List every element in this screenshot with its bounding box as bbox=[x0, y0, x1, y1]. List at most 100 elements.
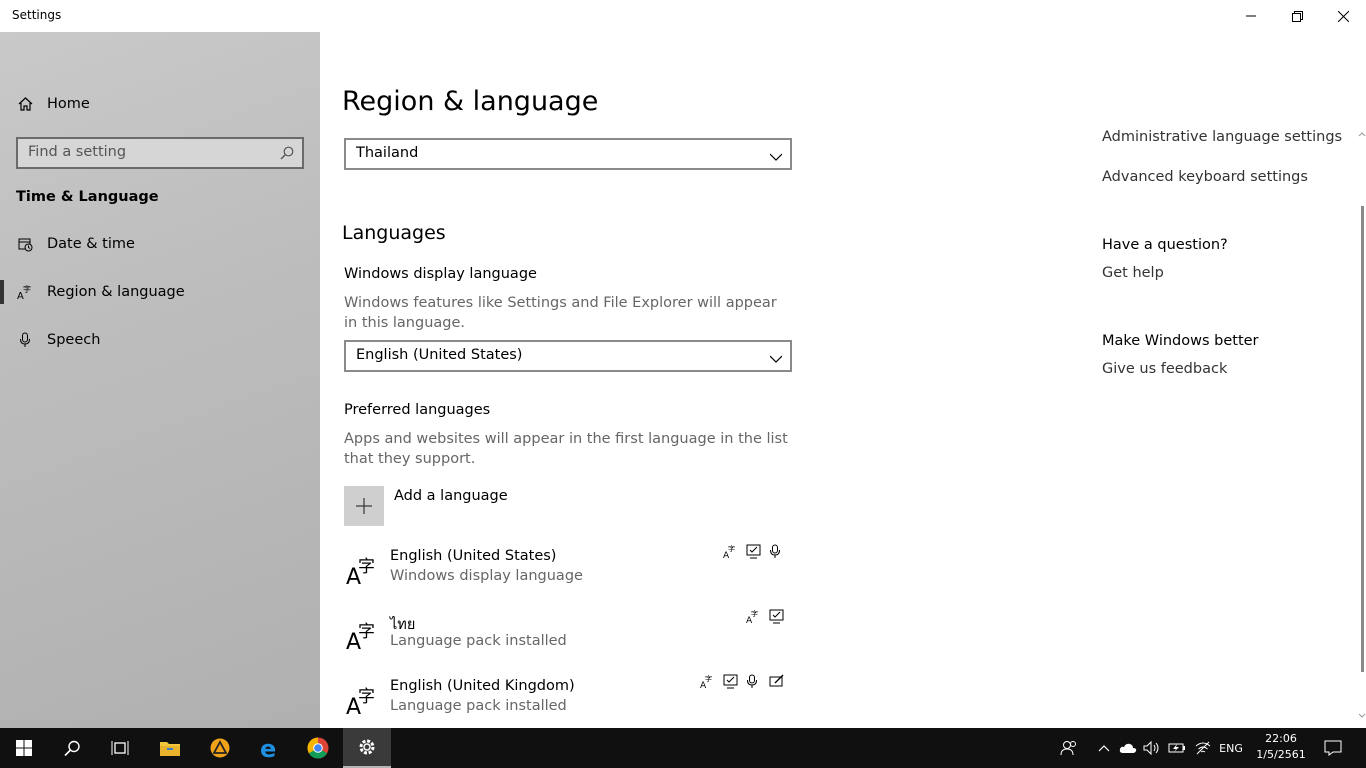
window-title: Settings bbox=[12, 8, 62, 22]
people-button[interactable] bbox=[1058, 728, 1080, 768]
language-icon: A字 bbox=[346, 622, 375, 651]
clock-date: 1/5/2561 bbox=[1256, 748, 1306, 761]
text-to-speech-icon bbox=[769, 609, 784, 624]
country-region-select[interactable]: Thailand bbox=[344, 138, 792, 170]
give-feedback-link[interactable]: Give us feedback bbox=[1102, 361, 1227, 377]
sidebar-item-label: Home bbox=[47, 96, 90, 112]
chrome-icon bbox=[307, 737, 329, 759]
title-bar: Settings bbox=[0, 0, 1366, 32]
language-item-english-uk[interactable]: A字 English (United Kingdom) Language pac… bbox=[344, 674, 784, 734]
search-input[interactable]: Find a setting bbox=[16, 137, 304, 169]
settings-app-button[interactable] bbox=[343, 728, 391, 768]
network-button[interactable] bbox=[1192, 728, 1214, 768]
svg-text:e: e bbox=[260, 737, 276, 759]
battery-button[interactable] bbox=[1166, 728, 1188, 768]
preferred-languages-description: Apps and websites will appear in the fir… bbox=[344, 431, 788, 467]
scroll-up-icon bbox=[1358, 132, 1366, 137]
sidebar-item-speech[interactable]: Speech bbox=[0, 318, 320, 362]
svg-text:字: 字 bbox=[358, 687, 375, 707]
language-status: Language pack installed bbox=[390, 633, 567, 649]
cloud-icon bbox=[1119, 743, 1137, 753]
svg-text:字: 字 bbox=[358, 622, 375, 642]
language-pack-icon: A字 bbox=[700, 674, 715, 689]
country-region-value: Thailand bbox=[356, 145, 419, 161]
have-question-heading: Have a question? bbox=[1102, 237, 1228, 253]
plus-icon bbox=[344, 486, 384, 526]
language-icon: A字 bbox=[346, 687, 375, 716]
administrative-language-settings-link[interactable]: Administrative language settings bbox=[1102, 129, 1342, 145]
start-button[interactable] bbox=[0, 728, 48, 768]
language-features: A字 bbox=[746, 609, 784, 624]
vertical-scrollbar[interactable] bbox=[1358, 130, 1366, 720]
restore-icon bbox=[1291, 10, 1303, 22]
language-item-english-us[interactable]: A字 English (United States) Windows displ… bbox=[344, 544, 784, 604]
close-icon bbox=[1337, 10, 1349, 22]
language-pack-icon: A字 bbox=[746, 609, 761, 624]
language-features: A字 bbox=[723, 544, 784, 559]
search-icon bbox=[280, 145, 294, 164]
page-title: Region & language bbox=[342, 86, 599, 117]
show-hidden-icons-button[interactable] bbox=[1096, 728, 1112, 768]
file-explorer-button[interactable] bbox=[146, 728, 194, 768]
language-icon: A字 bbox=[346, 557, 375, 586]
language-status: Windows display language bbox=[390, 568, 583, 584]
section-title: Time & Language bbox=[16, 189, 159, 205]
add-language-label: Add a language bbox=[394, 488, 508, 504]
languages-heading: Languages bbox=[342, 222, 446, 244]
sidebar-item-home[interactable]: Home bbox=[0, 82, 320, 126]
language-item-thai[interactable]: A字 ไทย Language pack installed A字 bbox=[344, 609, 784, 669]
language-name: English (United Kingdom) bbox=[390, 678, 575, 694]
search-icon bbox=[63, 740, 80, 756]
main-content: Region & language Thailand Languages Win… bbox=[320, 32, 1366, 728]
windows-logo-icon bbox=[16, 740, 32, 756]
search-placeholder: Find a setting bbox=[28, 144, 127, 160]
volume-button[interactable] bbox=[1142, 728, 1162, 768]
task-view-button[interactable] bbox=[96, 728, 144, 768]
speech-icon bbox=[746, 674, 761, 689]
edge-browser-button[interactable]: e bbox=[246, 728, 294, 768]
display-language-heading: Windows display language bbox=[344, 266, 537, 282]
chevron-down-icon bbox=[769, 350, 783, 369]
restore-button[interactable] bbox=[1274, 0, 1320, 32]
clock[interactable]: 22:06 1/5/2561 bbox=[1250, 731, 1312, 763]
action-center-button[interactable] bbox=[1318, 728, 1348, 768]
language-pack-icon: A字 bbox=[723, 544, 738, 559]
search-taskbar-button[interactable] bbox=[48, 728, 96, 768]
onedrive-button[interactable] bbox=[1118, 728, 1138, 768]
get-help-link[interactable]: Get help bbox=[1102, 265, 1164, 281]
scroll-down-icon bbox=[1358, 713, 1366, 718]
language-name: English (United States) bbox=[390, 548, 557, 564]
display-language-value: English (United States) bbox=[356, 347, 523, 363]
language-features: A字 bbox=[700, 674, 784, 689]
close-button[interactable] bbox=[1320, 0, 1366, 32]
microphone-icon bbox=[17, 332, 33, 348]
sidebar-item-region-language[interactable]: A字 Region & language bbox=[0, 270, 320, 314]
warning-triangle-app-icon bbox=[210, 738, 230, 758]
input-language-indicator[interactable]: ENG bbox=[1214, 728, 1248, 768]
text-to-speech-icon bbox=[723, 674, 738, 689]
advanced-keyboard-settings-link[interactable]: Advanced keyboard settings bbox=[1102, 169, 1308, 185]
gear-icon bbox=[359, 739, 375, 755]
chrome-browser-button[interactable] bbox=[294, 728, 342, 768]
sidebar-item-date-time[interactable]: Date & time bbox=[0, 222, 320, 266]
minimize-button[interactable] bbox=[1228, 0, 1274, 32]
sidebar-item-label: Date & time bbox=[47, 236, 135, 252]
minimize-icon bbox=[1246, 15, 1256, 17]
svg-text:字: 字 bbox=[751, 609, 758, 618]
scrollbar-thumb[interactable] bbox=[1361, 206, 1364, 672]
home-icon bbox=[17, 96, 33, 112]
text-to-speech-icon bbox=[746, 544, 761, 559]
svg-text:字: 字 bbox=[705, 674, 712, 683]
language-status: Language pack installed bbox=[390, 698, 567, 714]
display-language-select[interactable]: English (United States) bbox=[344, 340, 792, 372]
wifi-icon bbox=[1195, 741, 1211, 755]
folder-icon bbox=[160, 742, 180, 756]
handwriting-icon bbox=[769, 674, 784, 689]
svg-text:字: 字 bbox=[728, 544, 735, 553]
vlc-app-button[interactable] bbox=[196, 728, 244, 768]
notification-icon bbox=[1324, 740, 1342, 756]
task-view-icon bbox=[111, 741, 129, 755]
display-language-description: Windows features like Settings and File … bbox=[344, 295, 777, 331]
preferred-languages-heading: Preferred languages bbox=[344, 402, 491, 418]
sidebar-item-label: Speech bbox=[47, 332, 101, 348]
